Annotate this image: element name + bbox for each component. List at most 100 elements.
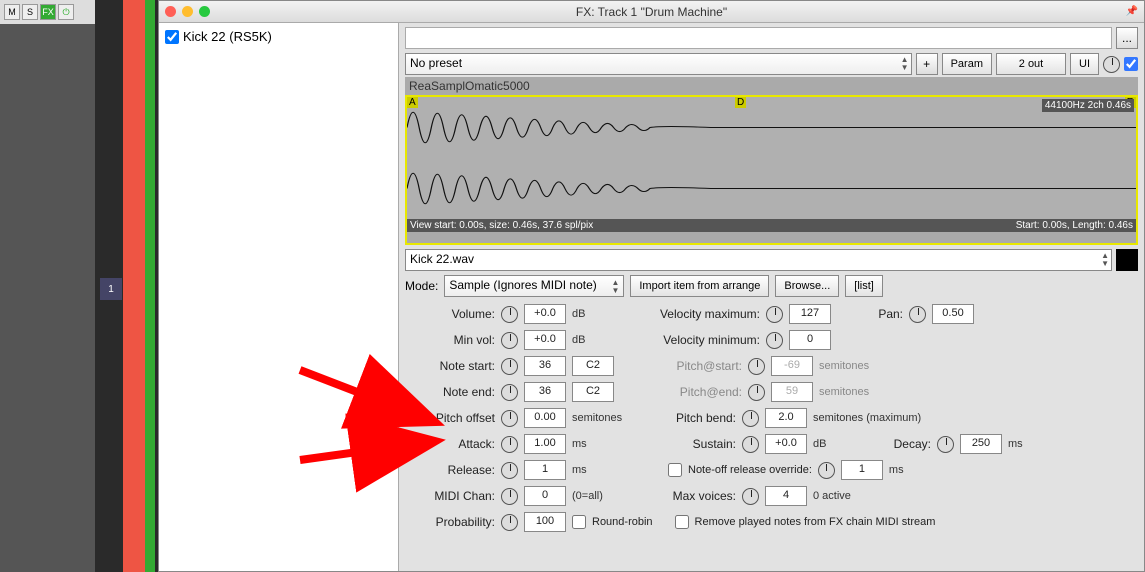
preset-select[interactable]: No preset ▲▼	[405, 53, 912, 75]
attack-knob[interactable]	[501, 436, 518, 453]
volume-knob[interactable]	[501, 306, 518, 323]
fx-comment-input[interactable]	[405, 27, 1112, 49]
solo-button[interactable]: S	[22, 4, 38, 20]
chevron-updown-icon: ▲▼	[611, 279, 619, 295]
notestart-knob[interactable]	[501, 358, 518, 375]
track-strip: M S FX ⏻	[0, 0, 95, 572]
pitchoffset-knob[interactable]	[501, 410, 518, 427]
noteoff-knob[interactable]	[818, 462, 835, 479]
marker-a[interactable]: A	[407, 97, 418, 108]
bypass-checkbox[interactable]	[1124, 57, 1138, 71]
removenotes-checkbox[interactable]	[675, 515, 689, 529]
noteoff-label: Note-off release override:	[688, 464, 812, 476]
annotation-arrow-icon	[300, 370, 450, 435]
pitchbend-label: Pitch bend:	[640, 411, 736, 425]
track-buttons: M S FX ⏻	[0, 0, 95, 24]
velmax-input[interactable]: 127	[789, 304, 831, 324]
removenotes-label: Remove played notes from FX chain MIDI s…	[695, 516, 936, 528]
mode-select[interactable]: Sample (Ignores MIDI note) ▲▼	[444, 275, 624, 297]
fx-item-label: Kick 22 (RS5K)	[183, 29, 272, 44]
chevron-updown-icon: ▲▼	[1101, 252, 1109, 268]
release-input[interactable]: 1	[524, 460, 566, 480]
mute-button[interactable]: M	[4, 4, 20, 20]
roundrobin-checkbox[interactable]	[572, 515, 586, 529]
pitchstart-knob[interactable]	[748, 358, 765, 375]
pin-icon[interactable]: 📌	[1126, 6, 1138, 17]
probability-knob[interactable]	[501, 514, 518, 531]
noteend-input[interactable]: 36	[524, 382, 566, 402]
pitchend-label: Pitch@end:	[646, 385, 742, 399]
midichan-input[interactable]: 0	[524, 486, 566, 506]
pitchend-knob[interactable]	[748, 384, 765, 401]
maxvoices-knob[interactable]	[742, 488, 759, 505]
ui-button[interactable]: UI	[1070, 53, 1099, 75]
noteoff-checkbox[interactable]	[668, 463, 682, 477]
decay-knob[interactable]	[937, 436, 954, 453]
close-icon[interactable]	[165, 6, 176, 17]
sustain-input[interactable]: +0.0	[765, 434, 807, 454]
velmin-input[interactable]: 0	[789, 330, 831, 350]
volume-input[interactable]: +0.0	[524, 304, 566, 324]
import-button[interactable]: Import item from arrange	[630, 275, 769, 297]
add-preset-button[interactable]: +	[916, 53, 938, 75]
window-controls	[165, 6, 210, 17]
browse-button[interactable]: Browse...	[775, 275, 839, 297]
maxvoices-input[interactable]: 4	[765, 486, 807, 506]
midichan-knob[interactable]	[501, 488, 518, 505]
maxvoices-label: Max voices:	[640, 489, 736, 503]
list-button[interactable]: [list]	[845, 275, 883, 297]
color-box[interactable]	[1116, 249, 1138, 271]
pitchoffset-input[interactable]: 0.00	[524, 408, 566, 428]
mode-label: Mode:	[405, 279, 438, 293]
fx-enable-checkbox[interactable]	[165, 30, 179, 44]
waveform-footer: View start: 0.00s, size: 0.46s, 37.6 spl…	[407, 219, 1136, 232]
marker-d[interactable]: D	[735, 97, 746, 108]
pan-input[interactable]: 0.50	[932, 304, 974, 324]
decay-input[interactable]: 250	[960, 434, 1002, 454]
window-title: FX: Track 1 "Drum Machine"	[576, 5, 727, 19]
param-button[interactable]: Param	[942, 53, 992, 75]
pan-knob[interactable]	[909, 306, 926, 323]
wet-knob[interactable]	[1103, 56, 1120, 73]
pitchbend-input[interactable]: 2.0	[765, 408, 807, 428]
fx-chain-list[interactable]: Kick 22 (RS5K)	[159, 23, 399, 571]
chevron-updown-icon: ▲▼	[901, 56, 909, 72]
notestart-input[interactable]: 36	[524, 356, 566, 376]
fx-button[interactable]: FX	[40, 4, 56, 20]
fx-main-panel: ... No preset ▲▼ + Param 2 out UI ReaSam…	[399, 23, 1144, 571]
pitchend-input[interactable]: 59	[771, 382, 813, 402]
sustain-knob[interactable]	[742, 436, 759, 453]
sustain-label: Sustain:	[640, 437, 736, 451]
velmax-knob[interactable]	[766, 306, 783, 323]
titlebar[interactable]: FX: Track 1 "Drum Machine" 📌	[159, 1, 1144, 23]
fx-menu-button[interactable]: ...	[1116, 27, 1138, 49]
minvol-label: Min vol:	[405, 333, 495, 347]
probability-label: Probability:	[405, 515, 495, 529]
waveform-display[interactable]: 44100Hz 2ch 0.46s A D R View start: 0.00…	[405, 95, 1138, 245]
pitchbend-knob[interactable]	[742, 410, 759, 427]
sample-file-input[interactable]: Kick 22.wav ▲▼	[405, 249, 1112, 271]
minvol-input[interactable]: +0.0	[524, 330, 566, 350]
attack-input[interactable]: 1.00	[524, 434, 566, 454]
minvol-knob[interactable]	[501, 332, 518, 349]
noteoff-input[interactable]: 1	[841, 460, 883, 480]
decay-label: Decay:	[881, 437, 931, 451]
noteend-note-input[interactable]: C2	[572, 382, 614, 402]
probability-input[interactable]: 100	[524, 512, 566, 532]
annotation-arrow-icon	[300, 430, 450, 475]
maximize-icon[interactable]	[199, 6, 210, 17]
velmin-knob[interactable]	[766, 332, 783, 349]
power-button[interactable]: ⏻	[58, 4, 74, 20]
velmax-label: Velocity maximum:	[640, 307, 760, 321]
pitchstart-label: Pitch@start:	[646, 359, 742, 373]
release-knob[interactable]	[501, 462, 518, 479]
fx-chain-item[interactable]: Kick 22 (RS5K)	[163, 27, 394, 46]
pitchstart-input[interactable]: -69	[771, 356, 813, 376]
output-button[interactable]: 2 out	[996, 53, 1066, 75]
track-number[interactable]: 1	[100, 278, 122, 300]
velmin-label: Velocity minimum:	[640, 333, 760, 347]
midichan-label: MIDI Chan:	[405, 489, 495, 503]
notestart-note-input[interactable]: C2	[572, 356, 614, 376]
minimize-icon[interactable]	[182, 6, 193, 17]
noteend-knob[interactable]	[501, 384, 518, 401]
